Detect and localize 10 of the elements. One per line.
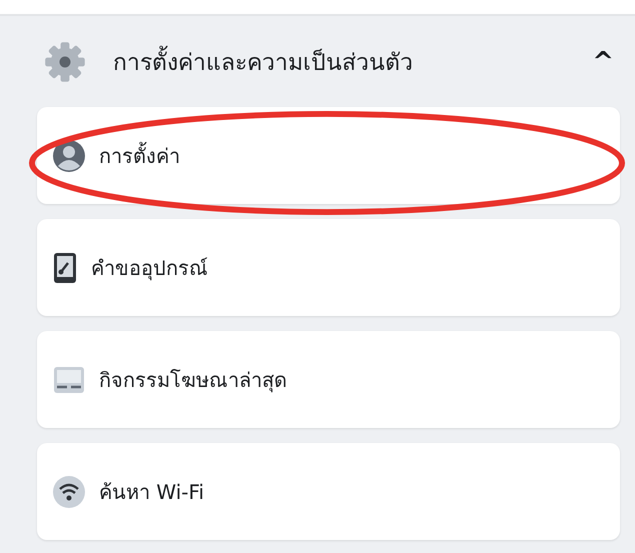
menu-item[interactable]: ค้นหา Wi-Fi	[37, 443, 620, 540]
menu-item[interactable]: กิจกรรมโฆษณาล่าสุด	[37, 331, 620, 428]
section-header[interactable]: การตั้งค่าและความเป็นส่วนตัว ^	[43, 24, 620, 100]
display-icon	[53, 366, 85, 394]
wifi-icon	[53, 476, 85, 508]
user-icon	[53, 140, 85, 172]
menu-item[interactable]: การตั้งค่า	[37, 107, 620, 204]
gear-icon	[43, 40, 87, 84]
menu-item[interactable]: คำขออุปกรณ์	[37, 219, 620, 316]
phone-icon	[53, 252, 77, 284]
